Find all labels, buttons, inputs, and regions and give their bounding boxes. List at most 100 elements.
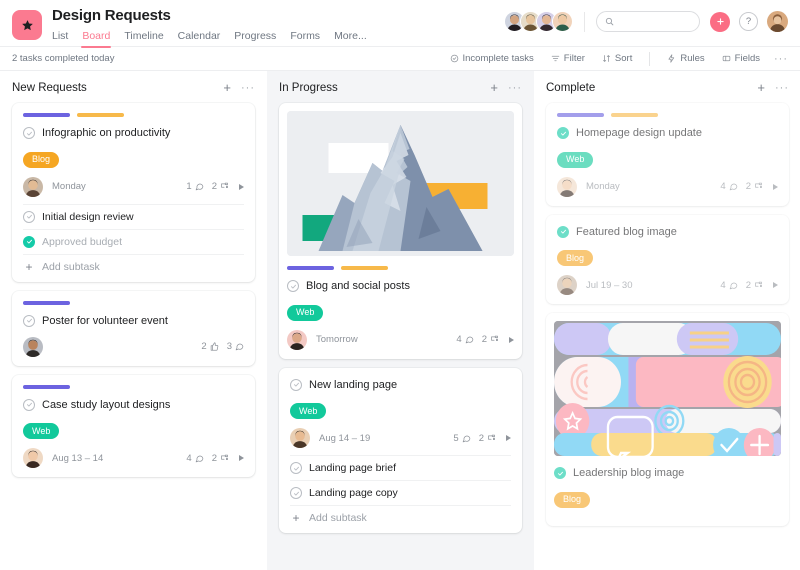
tab-list[interactable]: List — [52, 29, 68, 48]
subtask-icon — [755, 182, 762, 188]
tag-bar — [23, 113, 70, 117]
help-button[interactable]: ? — [739, 12, 758, 31]
assignee-avatar[interactable] — [23, 176, 43, 197]
plus-icon — [716, 18, 724, 25]
task-card[interactable]: Infographic on productivity Blog Monday … — [12, 103, 255, 282]
toolbar-overflow-button[interactable]: ··· — [774, 53, 788, 65]
task-completed-icon[interactable] — [554, 467, 566, 479]
subtask-row[interactable]: Approved budget — [23, 228, 244, 254]
subtask-checkbox[interactable] — [290, 487, 302, 499]
subtask-checkbox[interactable] — [23, 210, 35, 223]
assignee-avatar[interactable] — [557, 275, 577, 295]
toolbar-fields-button[interactable]: Fields — [722, 53, 760, 64]
card-header[interactable]: Infographic on productivity — [23, 126, 244, 140]
card-header[interactable]: Homepage design update — [557, 126, 778, 140]
task-card[interactable]: Poster for volunteer event 2 3 — [12, 290, 255, 366]
card-badge: Blog — [23, 151, 60, 168]
tab-forms[interactable]: Forms — [290, 29, 320, 48]
toolbar-rules-button[interactable]: Rules — [667, 53, 705, 64]
expand-card-button[interactable] — [506, 435, 511, 441]
task-card[interactable]: Homepage design update Web Monday 4 2 — [546, 103, 789, 206]
assignee-avatar-image — [23, 336, 43, 357]
tab-progress[interactable]: Progress — [234, 29, 276, 48]
card-header[interactable]: Poster for volunteer event — [23, 314, 244, 328]
subtask-checkbox[interactable] — [290, 462, 302, 474]
task-card[interactable]: Case study layout designs Web Aug 13 – 1… — [12, 374, 255, 477]
column-menu-button[interactable]: ··· — [241, 82, 255, 94]
task-complete-checkbox[interactable] — [23, 127, 35, 139]
search-box[interactable] — [596, 11, 700, 32]
task-completed-icon[interactable] — [557, 225, 569, 238]
column-title: New Requests — [12, 82, 87, 94]
card-header[interactable]: Leadership blog image — [554, 466, 781, 480]
toolbar-item-label: Sort — [614, 53, 633, 64]
task-complete-checkbox[interactable] — [23, 398, 35, 411]
expand-card-button[interactable] — [239, 183, 244, 190]
card-header[interactable]: Blog and social posts — [287, 279, 514, 293]
subtask-row[interactable]: Landing page copy — [290, 480, 511, 505]
tab-more[interactable]: More... — [334, 29, 367, 48]
card-header[interactable]: Featured blog image — [557, 225, 778, 239]
task-complete-checkbox[interactable] — [23, 314, 35, 327]
expand-card-button[interactable] — [239, 455, 244, 461]
add-task-button[interactable]: + — [223, 81, 231, 94]
card-stats: 2 3 — [201, 341, 244, 352]
check-icon — [293, 491, 299, 496]
card-title: New landing page — [309, 378, 398, 391]
task-completed-icon[interactable] — [557, 127, 569, 139]
stat-count: 1 — [186, 181, 192, 192]
stat-count: 3 — [226, 341, 232, 352]
assignee-avatar[interactable] — [23, 448, 43, 468]
expand-card-button[interactable] — [773, 183, 778, 190]
card-cover-image — [554, 321, 781, 456]
check-icon — [560, 229, 566, 234]
expand-card-button[interactable] — [509, 336, 514, 343]
task-card[interactable]: Blog and social posts Web Tomorrow 4 2 — [279, 103, 522, 359]
add-task-button[interactable]: + — [757, 81, 765, 94]
toolbar-incomplete-tasks-button[interactable]: Incomplete tasks — [450, 53, 534, 64]
column-menu-button[interactable]: ··· — [508, 82, 522, 94]
subtask-row[interactable]: Initial design review — [23, 203, 244, 229]
column-menu-button[interactable]: ··· — [775, 82, 789, 94]
add-button[interactable] — [710, 11, 730, 32]
check-icon — [26, 214, 32, 219]
card-stats: 1 2 — [186, 181, 244, 192]
member-avatar-group[interactable] — [504, 11, 573, 32]
member-avatar[interactable] — [552, 11, 573, 32]
card-title: Leadership blog image — [573, 467, 685, 479]
card-due-date: Aug 14 – 19 — [319, 432, 371, 444]
subtask-row[interactable]: Landing page brief — [290, 455, 511, 480]
add-task-button[interactable]: + — [490, 81, 498, 94]
view-tabs: List Board Timeline Calendar Progress Forms Mo… — [52, 29, 367, 48]
expand-card-button[interactable] — [773, 282, 778, 288]
task-card[interactable]: New landing page Web Aug 14 – 19 5 2 Lan… — [279, 367, 522, 533]
toolbar-sort-button[interactable]: Sort — [602, 53, 632, 64]
add-subtask-button[interactable]: + Add subtask — [23, 253, 244, 274]
task-card[interactable]: Featured blog image Blog Jul 19 – 30 4 2 — [546, 214, 789, 304]
toolbar-filter-button[interactable]: Filter — [551, 53, 585, 64]
avatar[interactable] — [767, 11, 788, 32]
add-subtask-button[interactable]: + Add subtask — [290, 505, 511, 524]
assignee-avatar[interactable] — [557, 176, 577, 197]
tab-board[interactable]: Board — [81, 29, 112, 48]
plus-icon: + — [292, 511, 300, 525]
stat-count: 5 — [453, 432, 459, 444]
task-card[interactable]: Leadership blog image Blog — [546, 313, 789, 526]
assignee-avatar[interactable] — [287, 329, 307, 350]
subtask-completed-icon[interactable] — [23, 235, 35, 248]
toolbar-divider — [649, 51, 651, 66]
task-complete-checkbox[interactable] — [290, 378, 302, 391]
plus-icon: + — [25, 259, 33, 274]
tag-bar — [557, 113, 604, 117]
card-header[interactable]: Case study layout designs — [23, 398, 244, 412]
assignee-avatar[interactable] — [23, 336, 43, 357]
card-header[interactable]: New landing page — [290, 378, 511, 392]
tab-timeline[interactable]: Timeline — [124, 29, 163, 48]
tab-calendar[interactable]: Calendar — [178, 29, 221, 48]
card-stat-subtask: 2 — [212, 181, 229, 192]
task-complete-checkbox[interactable] — [287, 280, 299, 292]
assignee-avatar[interactable] — [290, 428, 310, 448]
search-input[interactable] — [618, 16, 691, 27]
project-logo[interactable] — [12, 10, 42, 40]
card-title: Featured blog image — [576, 225, 677, 238]
